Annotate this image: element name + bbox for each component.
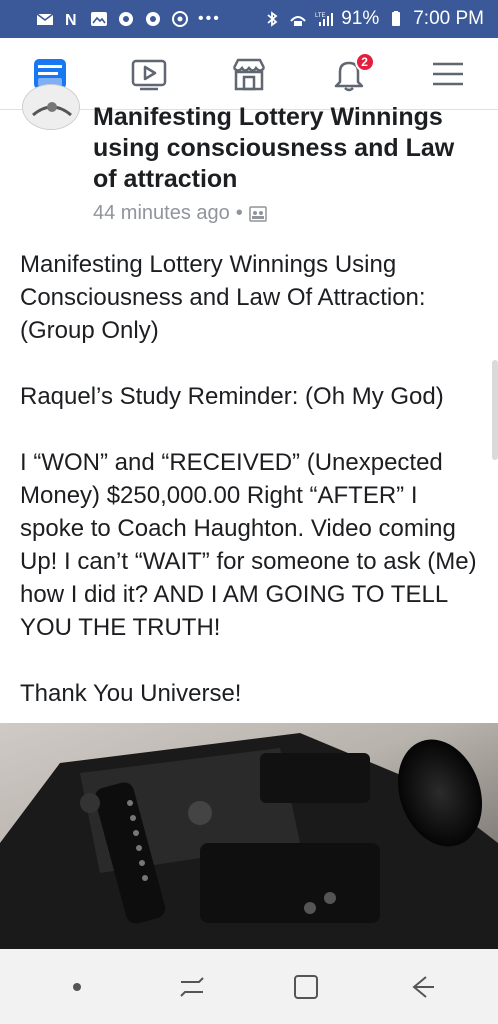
chrome-icon xyxy=(144,11,162,27)
notification-badge: 2 xyxy=(354,51,375,72)
back-button[interactable] xyxy=(391,957,451,1017)
battery-percent: 91% xyxy=(341,8,380,29)
watch-icon xyxy=(132,59,167,90)
camera-icon xyxy=(171,11,189,27)
post-paragraph: Raquel’s Study Reminder: (Oh My God) xyxy=(20,383,444,410)
svg-text:LTE: LTE xyxy=(315,13,326,19)
status-bar: N ••• LTE 91% 7:00 PM xyxy=(0,0,498,38)
battery-icon xyxy=(387,11,405,27)
meta-separator: • xyxy=(235,202,243,224)
tab-marketplace[interactable] xyxy=(219,44,279,104)
post-meta: 44 minutes ago • xyxy=(93,202,267,225)
status-notifications: N ••• xyxy=(36,10,221,28)
video-camera-photo xyxy=(0,733,498,949)
tab-menu[interactable] xyxy=(418,44,478,104)
more-icon: ••• xyxy=(198,10,221,27)
dot-button[interactable] xyxy=(47,957,107,1017)
status-system: LTE 91% 7:00 PM xyxy=(263,8,484,30)
marketplace-icon xyxy=(232,58,266,90)
back-icon xyxy=(412,975,434,998)
n-icon: N xyxy=(63,11,81,27)
post-paragraph: Manifesting Lottery Winnings Using Consc… xyxy=(20,251,426,344)
post-paragraph: Thank You Universe! xyxy=(20,680,242,707)
post-image[interactable] xyxy=(0,723,498,949)
clock: 7:00 PM xyxy=(413,8,484,29)
group-icon xyxy=(249,205,267,223)
mail-icon xyxy=(36,11,54,27)
post-time[interactable]: 44 minutes ago xyxy=(93,202,230,225)
tab-watch[interactable] xyxy=(119,44,179,104)
dot-icon xyxy=(73,982,82,991)
avatar[interactable] xyxy=(22,84,80,130)
scrollbar[interactable] xyxy=(492,360,498,460)
bluetooth-icon xyxy=(263,11,281,27)
system-nav-bar xyxy=(0,949,498,1024)
chrome-icon xyxy=(117,11,135,27)
tab-notifications[interactable]: 2 xyxy=(319,44,379,104)
signal-icon: LTE xyxy=(315,11,334,27)
home-button[interactable] xyxy=(276,957,336,1017)
post-title[interactable]: Manifesting Lottery Winnings using consc… xyxy=(93,102,483,195)
recents-button[interactable] xyxy=(162,957,222,1017)
gallery-icon xyxy=(90,11,108,27)
wifi-call-icon xyxy=(289,11,307,27)
post-body: Manifesting Lottery Winnings Using Consc… xyxy=(20,248,480,743)
recents-icon xyxy=(180,976,204,997)
home-icon xyxy=(294,974,319,999)
menu-icon xyxy=(433,62,464,85)
post-paragraph: I “WON” and “RECEIVED” (Unexpected Money… xyxy=(20,449,477,641)
svg-text:N: N xyxy=(65,12,77,27)
